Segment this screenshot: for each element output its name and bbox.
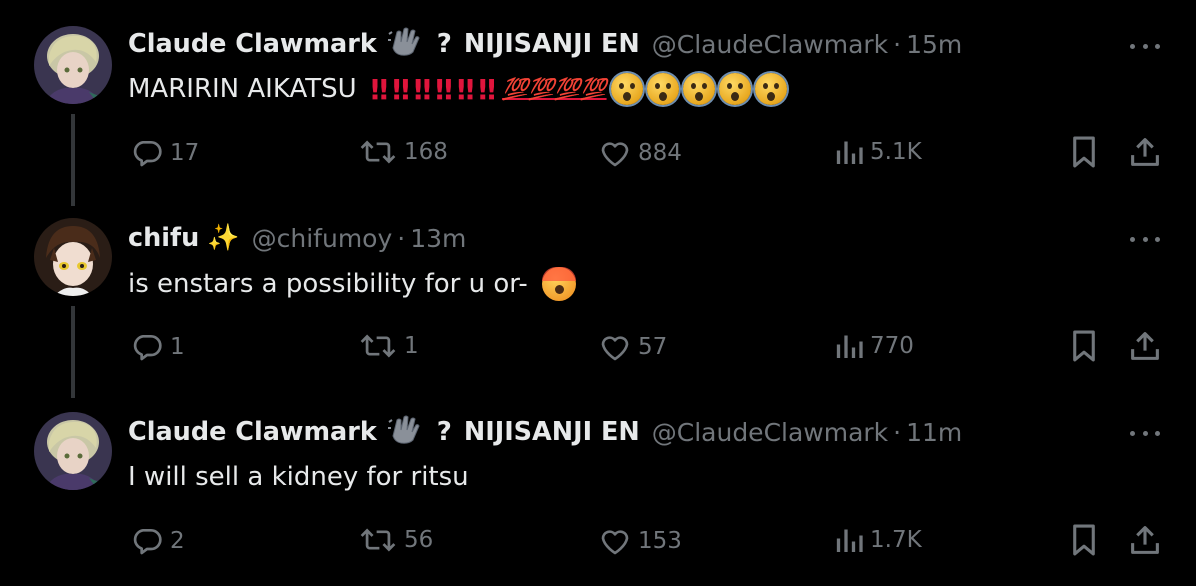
reply-icon [133, 529, 162, 555]
retweet-button[interactable]: 168 [358, 137, 448, 167]
separator: · [397, 223, 406, 253]
reply-count: 17 [170, 140, 200, 166]
reply-count: 1 [170, 334, 185, 360]
reply-icon [133, 335, 162, 361]
timestamp[interactable]: 11m [906, 418, 962, 447]
timestamp[interactable]: 15m [906, 30, 962, 59]
separator: · [893, 29, 902, 59]
affiliation-label[interactable]: NIJISANJI EN [464, 417, 640, 447]
affiliation-label[interactable]: NIJISANJI EN [464, 29, 640, 59]
timestamp[interactable]: 13m [410, 224, 466, 253]
retweet-count: 1 [404, 333, 419, 359]
share-icon [1131, 332, 1159, 360]
more-options-icon[interactable] [1130, 229, 1160, 249]
retweet-icon [360, 334, 396, 358]
waving-hand-icon [387, 26, 421, 63]
hushed-face-emoji [754, 73, 787, 105]
view-count: 1.7K [870, 527, 922, 553]
more-options-icon[interactable] [1130, 423, 1160, 443]
like-button[interactable]: 884 [598, 137, 682, 169]
heart-icon [601, 336, 629, 361]
reply-count: 2 [170, 528, 185, 554]
retweet-button[interactable]: 56 [358, 525, 433, 555]
heart-icon [601, 530, 629, 555]
like-count: 153 [638, 528, 682, 554]
display-name[interactable]: chifu [128, 223, 199, 253]
share-icon [1131, 138, 1159, 166]
share-button[interactable] [1128, 135, 1162, 169]
like-button[interactable]: 153 [598, 525, 682, 557]
tweet-text-body: MARIRIN AIKATSU [128, 74, 357, 104]
retweet-icon [360, 528, 396, 552]
tweet-text-body: is enstars a possibility for u or- [128, 269, 528, 299]
views-icon [836, 335, 863, 358]
reply-button[interactable]: 17 [130, 137, 199, 169]
user-handle[interactable]: @ClaudeClawmark [652, 30, 888, 59]
action-bar: 2 56 153 1.7K [0, 521, 1196, 561]
like-button[interactable]: 57 [598, 331, 667, 363]
face-with-open-mouth-emoji [541, 267, 576, 301]
verified-question-icon: ? [436, 29, 452, 59]
verified-question-icon: ? [436, 417, 452, 447]
tweet-text: I will sell a kidney for ritsu [128, 460, 469, 494]
views-button[interactable]: 1.7K [834, 525, 922, 555]
retweet-button[interactable]: 1 [358, 331, 419, 361]
tweet[interactable]: Claude Clawmark ? NIJISANJI EN @ClaudeCl… [0, 390, 1196, 586]
display-name[interactable]: Claude Clawmark [128, 29, 377, 59]
more-options-icon[interactable] [1130, 36, 1160, 56]
like-count: 884 [638, 140, 682, 166]
tweet-header: chifu ✨ @chifumoy · 13m [128, 221, 466, 255]
tweet[interactable]: Claude Clawmark ? NIJISANJI EN @ClaudeCl… [0, 0, 1196, 196]
hushed-face-emoji [646, 73, 679, 105]
tweet[interactable]: chifu ✨ @chifumoy · 13m is enstars a pos… [0, 196, 1196, 390]
retweet-count: 168 [404, 139, 448, 165]
action-bar: 1 1 57 770 [0, 327, 1196, 367]
action-bar: 17 168 884 5.1K [0, 133, 1196, 173]
reply-icon [133, 141, 162, 167]
like-count: 57 [638, 334, 668, 360]
bookmark-button[interactable] [1068, 523, 1100, 557]
views-icon [836, 529, 863, 552]
view-count: 770 [870, 333, 914, 359]
views-button[interactable]: 5.1K [834, 137, 922, 167]
retweet-icon [360, 140, 396, 164]
views-icon [836, 141, 863, 164]
retweet-count: 56 [404, 527, 434, 553]
bookmark-icon [1073, 330, 1095, 362]
tweet-header: Claude Clawmark ? NIJISANJI EN @ClaudeCl… [128, 27, 962, 61]
double-exclamation-emoji: ‼‼‼‼‼‼ [370, 72, 500, 106]
reply-button[interactable]: 1 [130, 331, 185, 363]
separator: · [893, 417, 902, 447]
bookmark-button[interactable] [1068, 135, 1100, 169]
tweet-text: is enstars a possibility for u or- [128, 266, 576, 302]
bookmark-icon [1073, 136, 1095, 168]
sparkles-icon: ✨ [207, 223, 240, 253]
avatar[interactable] [34, 218, 112, 296]
share-button[interactable] [1128, 523, 1162, 557]
tweet-header: Claude Clawmark ? NIJISANJI EN @ClaudeCl… [128, 415, 962, 449]
bookmark-icon [1073, 524, 1095, 556]
display-name[interactable]: Claude Clawmark [128, 417, 377, 447]
share-button[interactable] [1128, 329, 1162, 363]
views-button[interactable]: 770 [834, 331, 914, 361]
hushed-face-emoji [610, 73, 643, 105]
hushed-face-emoji [718, 73, 751, 105]
hushed-face-emoji [682, 73, 715, 105]
heart-icon [601, 142, 629, 167]
view-count: 5.1K [870, 139, 922, 165]
avatar[interactable] [34, 412, 112, 490]
tweet-text-body: I will sell a kidney for ritsu [128, 462, 469, 492]
waving-hand-icon [387, 414, 421, 451]
hundred-points-emoji: 💯💯💯💯 [501, 76, 607, 101]
bookmark-button[interactable] [1068, 329, 1100, 363]
tweet-text: MARIRIN AIKATSU ‼‼‼‼‼‼ 💯💯💯💯 [128, 72, 787, 106]
user-handle[interactable]: @ClaudeClawmark [652, 418, 888, 447]
share-icon [1131, 526, 1159, 554]
reply-button[interactable]: 2 [130, 525, 185, 557]
avatar[interactable] [34, 26, 112, 104]
user-handle[interactable]: @chifumoy [252, 224, 393, 253]
